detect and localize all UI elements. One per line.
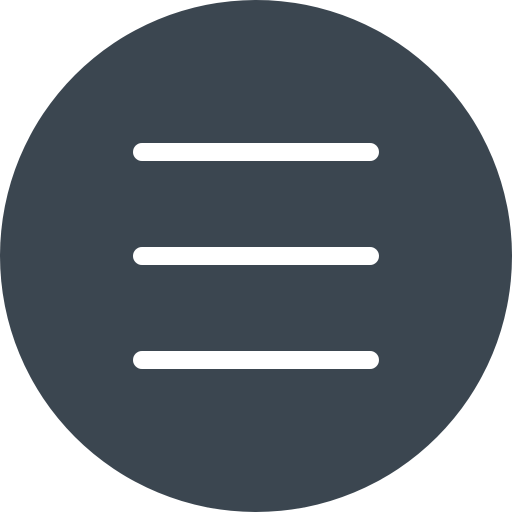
- hamburger-menu-icon: [0, 0, 512, 512]
- menu-button[interactable]: [0, 0, 512, 512]
